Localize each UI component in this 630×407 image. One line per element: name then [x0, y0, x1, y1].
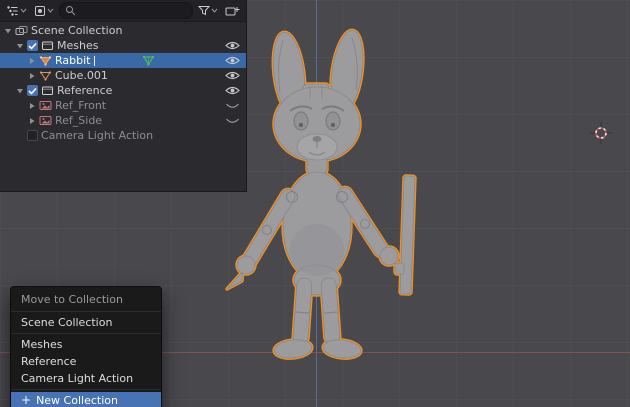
editor-type-button[interactable]: [4, 4, 29, 18]
outliner-header: [0, 0, 246, 22]
outliner-row[interactable]: Ref_Front: [0, 98, 246, 113]
disclosure-right-icon[interactable]: [28, 102, 36, 110]
menu-item-camera-light-action[interactable]: Camera Light Action: [11, 370, 161, 387]
mesh-plain-icon: [39, 70, 52, 81]
outliner-row[interactable]: Cube.001: [0, 68, 246, 83]
mesh-green-icon: [142, 55, 155, 66]
mesh-orange-icon: [39, 55, 52, 66]
move-to-collection-menu: Move to Collection Scene Collection Meshe…: [10, 286, 162, 407]
menu-separator: [11, 333, 161, 334]
collection-checkbox[interactable]: [27, 40, 38, 51]
disclosure-right-icon[interactable]: [28, 57, 36, 65]
display-mode-button[interactable]: [32, 4, 56, 18]
text-cursor: [94, 56, 95, 66]
eye-open-icon[interactable]: [225, 56, 240, 65]
menu-item-reference[interactable]: Reference: [11, 353, 161, 370]
disclosure-down-icon[interactable]: [4, 27, 12, 35]
search-box[interactable]: [59, 2, 193, 19]
search-input[interactable]: [79, 5, 187, 17]
collection-icon: [41, 40, 54, 51]
new-collection-icon: [225, 5, 240, 17]
outliner-row[interactable]: Camera Light Action: [0, 128, 246, 143]
outliner-row[interactable]: Reference: [0, 83, 246, 98]
outliner-row[interactable]: Meshes: [0, 38, 246, 53]
search-icon: [65, 5, 76, 16]
outliner-item-label: Cube.001: [55, 69, 108, 82]
menu-item-new-collection[interactable]: + New Collection: [11, 392, 161, 407]
outliner-item-label: Camera Light Action: [41, 129, 153, 142]
menu-item-label: Scene Collection: [21, 314, 112, 331]
disclosure-right-icon[interactable]: [28, 117, 36, 125]
menu-item-label: Meshes: [21, 336, 62, 353]
collection-checkbox[interactable]: [27, 130, 38, 141]
outliner-item-label: Ref_Front: [55, 99, 106, 112]
outliner-item-label: Meshes: [57, 39, 98, 52]
new-collection-button[interactable]: [223, 4, 242, 18]
menu-title: Move to Collection: [11, 289, 161, 309]
display-mode-icon: [34, 5, 46, 17]
eye-open-icon[interactable]: [225, 41, 240, 50]
menu-item-label: Camera Light Action: [21, 370, 133, 387]
eye-closed-icon[interactable]: [225, 116, 240, 125]
chevron-down-icon: [20, 8, 27, 13]
menu-item-label: New Collection: [36, 392, 118, 407]
outliner-item-label: Rabbit: [55, 54, 90, 67]
outliner-editor-icon: [6, 5, 19, 17]
blender-window: Scene Collection Meshes Rabbit Cube.001 Refe…: [0, 0, 630, 407]
menu-item-scene-collection[interactable]: Scene Collection: [11, 314, 161, 331]
disclosure-down-icon[interactable]: [16, 42, 24, 50]
outliner-row[interactable]: Ref_Side: [0, 113, 246, 128]
outliner-item-label: Reference: [57, 84, 112, 97]
image-icon: [39, 100, 52, 111]
collection-icon: [41, 85, 54, 96]
plus-icon: +: [21, 392, 31, 407]
filter-funnel-icon: [198, 5, 210, 16]
chevron-down-icon: [47, 8, 54, 13]
outliner-item-label: Scene Collection: [31, 24, 122, 37]
3d-cursor-icon: [589, 121, 613, 145]
image-icon: [39, 115, 52, 126]
menu-item-meshes[interactable]: Meshes: [11, 336, 161, 353]
chevron-down-icon: [211, 8, 218, 13]
scene-collection-icon: [15, 25, 28, 36]
menu-separator: [11, 311, 161, 312]
eye-closed-icon[interactable]: [225, 101, 240, 110]
outliner-panel: Scene Collection Meshes Rabbit Cube.001 Refe…: [0, 0, 247, 192]
outliner-item-label: Ref_Side: [55, 114, 102, 127]
outliner-tree: Scene Collection Meshes Rabbit Cube.001 Refe…: [0, 22, 246, 143]
filter-button[interactable]: [196, 4, 220, 17]
menu-item-label: Reference: [21, 353, 76, 370]
disclosure-down-icon[interactable]: [16, 87, 24, 95]
eye-open-icon[interactable]: [225, 71, 240, 80]
eye-open-icon[interactable]: [225, 86, 240, 95]
collection-checkbox[interactable]: [27, 85, 38, 96]
outliner-row[interactable]: Scene Collection: [0, 23, 246, 38]
menu-separator: [11, 389, 161, 390]
disclosure-right-icon[interactable]: [28, 72, 36, 80]
outliner-row[interactable]: Rabbit: [0, 53, 246, 68]
